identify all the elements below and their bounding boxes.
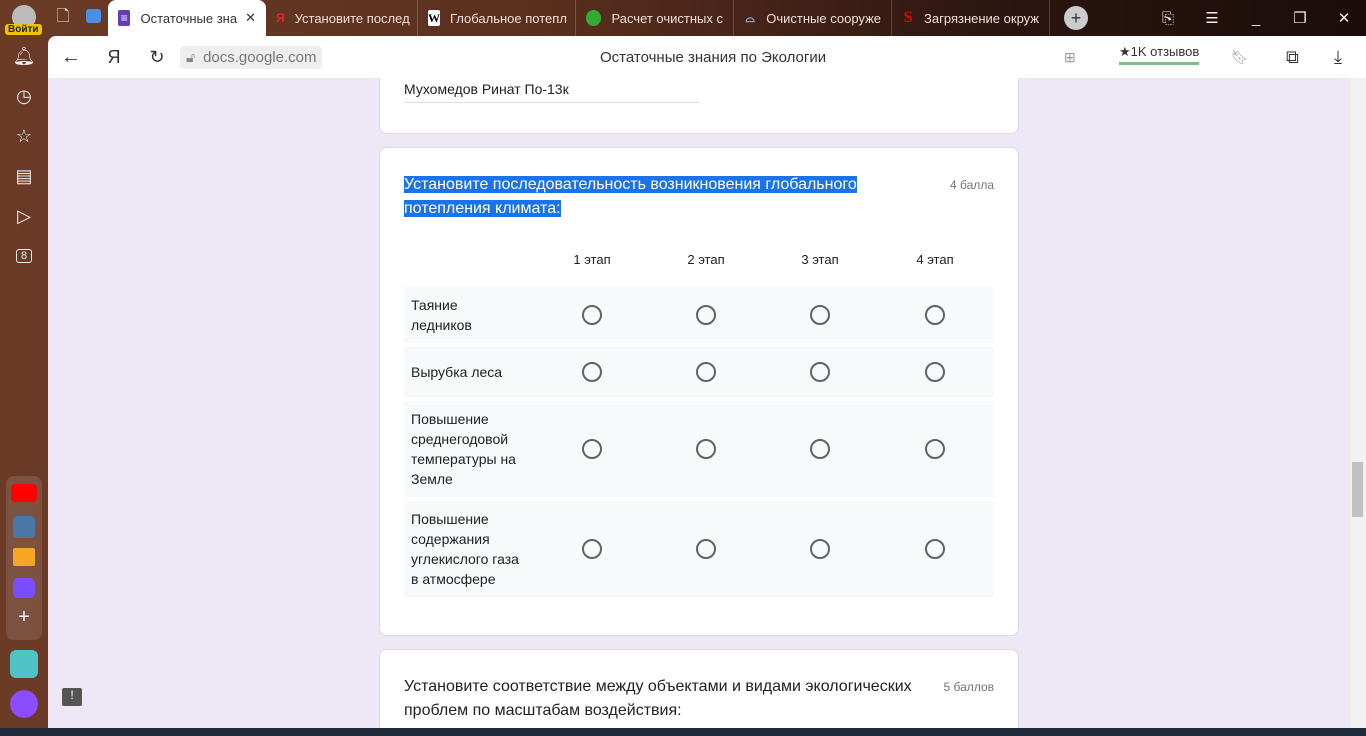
login-label: Войти (5, 24, 42, 35)
file-icon[interactable]: 🗋 (48, 5, 78, 32)
row-label: Повышение среднегодовой температуры на З… (411, 411, 516, 487)
column-header: 1 этап (573, 252, 611, 267)
close-tab-icon[interactable]: ✕ (245, 10, 256, 26)
lock-icon: 🔓︎ (180, 45, 202, 69)
tab-1[interactable]: Я Установите послед (266, 0, 418, 36)
sidebar: 🔔︎ ◷ ☆ ▤ ▷ 8 + (0, 36, 48, 736)
counter-badge: 8 (15, 249, 33, 263)
name-input[interactable]: Мухомедов Ринат По-13к (404, 81, 699, 103)
radio-option[interactable] (810, 439, 830, 459)
menu-icon[interactable]: ☰ (1190, 9, 1234, 27)
radio-option[interactable] (925, 305, 945, 325)
radio-option[interactable] (925, 439, 945, 459)
youtube-icon[interactable] (11, 484, 37, 502)
radio-option[interactable] (810, 362, 830, 382)
question-card-matching: Установите соответствие между объектами … (379, 649, 1019, 728)
radio-option[interactable] (810, 305, 830, 325)
question-title: Установите последовательность возникнове… (404, 176, 857, 217)
tab-0[interactable]: ≡ Остаточные зна ✕ (108, 0, 266, 36)
reload-icon[interactable]: ↻ (134, 47, 180, 68)
minimize-button[interactable]: _ (1234, 10, 1278, 27)
name-card: Мухомедов Ринат По-13к (379, 78, 1019, 134)
bookmark-icon[interactable]: 🔖︎ (1231, 49, 1249, 66)
send-icon[interactable] (10, 650, 38, 678)
radio-option[interactable] (582, 305, 602, 325)
radio-option[interactable] (696, 439, 716, 459)
bell-icon[interactable]: 🔔︎ (0, 36, 48, 76)
translate-icon[interactable]: ⧉ (1286, 47, 1299, 68)
row-label: Вырубка леса (411, 364, 503, 380)
video-icon[interactable]: ▷ (0, 196, 48, 236)
radio-option[interactable] (582, 439, 602, 459)
news-icon[interactable]: ▤ (0, 156, 48, 196)
form-page: ! Мухомедов Ринат По-13к Установите посл… (48, 78, 1350, 728)
dome-icon: ⌓ (745, 10, 755, 25)
page-title: Остаточные знания по Экологии (600, 48, 827, 66)
collections-icon[interactable]: ⎘ (1146, 10, 1190, 27)
tab-4[interactable]: ⌓ Очистные сооруже (734, 0, 892, 36)
tab-title: Установите послед (294, 10, 410, 26)
leaf-icon (586, 10, 602, 26)
question-card-sequence: Установите последовательность возникнове… (379, 147, 1019, 636)
scrollbar-thumb[interactable] (1352, 462, 1363, 517)
tab-2[interactable]: W Глобальное потепл (418, 0, 576, 36)
scrollbar[interactable] (1350, 78, 1366, 728)
new-tab-button[interactable]: + (1064, 6, 1088, 30)
vk-icon[interactable] (13, 516, 35, 538)
messenger-icon[interactable] (13, 578, 35, 598)
restore-button[interactable]: ❐ (1278, 9, 1322, 27)
tab-bar: Войти 🗋 ≡ Остаточные зна ✕ Я Установите пос… (0, 0, 1366, 36)
history-icon[interactable]: ◷ (0, 76, 48, 116)
tab-title: Очистные сооруже (766, 10, 881, 26)
s-icon: S (903, 9, 913, 26)
tab-title: Глобальное потепл (450, 10, 567, 26)
question-points: 4 балла (950, 178, 994, 192)
radio-option[interactable] (810, 539, 830, 559)
chat-icon[interactable] (78, 8, 108, 28)
radio-option[interactable] (925, 362, 945, 382)
taskbar (0, 728, 1366, 736)
tab-title: Загрязнение окруж (924, 10, 1039, 26)
pinned-sites: + (6, 476, 42, 640)
profile-button[interactable]: Войти (0, 0, 48, 36)
close-window-button[interactable]: ✕ (1322, 9, 1366, 27)
feedback-icon[interactable]: ! (62, 688, 82, 706)
radio-option[interactable] (582, 539, 602, 559)
yandex-logo-button[interactable]: Я (94, 47, 134, 68)
question-points: 5 баллов (943, 680, 994, 694)
radio-option[interactable] (696, 305, 716, 325)
row-label: Таяние ледников (411, 297, 472, 333)
yandex-icon: Я (276, 11, 285, 25)
counter-icon[interactable]: 8 (0, 236, 48, 276)
tab-3[interactable]: Расчет очистных с (576, 0, 734, 36)
back-icon[interactable]: ← (48, 46, 94, 69)
column-header: 2 этап (687, 252, 725, 267)
radio-option[interactable] (582, 362, 602, 382)
radio-option[interactable] (696, 539, 716, 559)
mail-icon[interactable] (13, 548, 35, 566)
wikipedia-icon: W (428, 10, 440, 26)
radio-option[interactable] (925, 539, 945, 559)
column-header: 4 этап (916, 252, 954, 267)
forms-icon: ≡ (118, 10, 131, 26)
tab-5[interactable]: S Загрязнение окруж (892, 0, 1050, 36)
alice-icon[interactable] (10, 690, 38, 718)
tab-title: Остаточные зна (140, 10, 238, 26)
question-title: Установите соответствие между объектами … (404, 678, 912, 719)
add-site-icon[interactable]: + (6, 606, 42, 629)
tab-title: Расчет очистных с (611, 10, 723, 26)
tab-copy-icon[interactable]: ⊞ (1064, 49, 1076, 66)
download-icon[interactable]: ⤓ (1334, 47, 1342, 68)
radio-option[interactable] (696, 362, 716, 382)
column-header: 3 этап (801, 252, 839, 267)
star-icon[interactable]: ☆ (0, 116, 48, 156)
reviews-badge[interactable]: ★1K отзывов (1119, 44, 1200, 65)
address-bar: ← Я ↻ 🔓︎ docs.google.com Остаточные знан… (48, 36, 1366, 78)
row-label: Повышение содержания углекислого газа в … (411, 511, 519, 587)
url-field[interactable]: docs.google.com (201, 45, 323, 69)
